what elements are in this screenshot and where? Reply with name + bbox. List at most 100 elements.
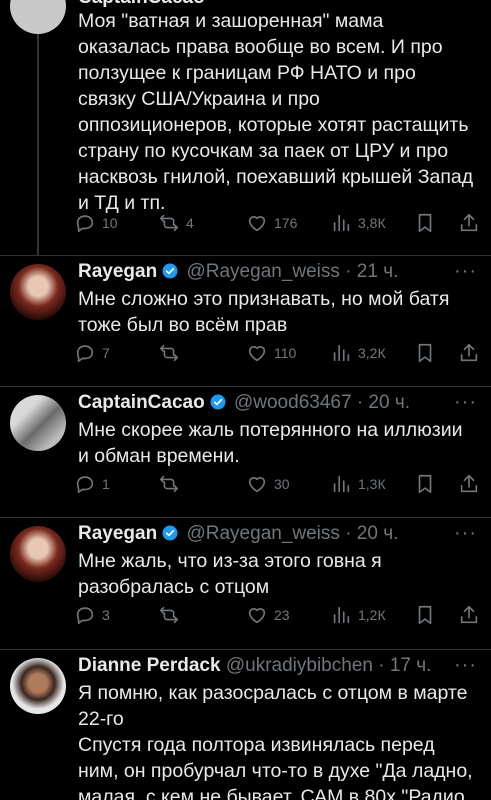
tweet-3[interactable]: CaptainCacao @wood63467 · 20 ч. ··· Мне … (0, 387, 491, 517)
more-options-icon[interactable]: ··· (454, 391, 477, 414)
repost-count: 4 (186, 215, 194, 231)
bookmark-button[interactable] (414, 342, 436, 364)
views-icon (333, 214, 350, 232)
more-options-icon[interactable]: ··· (454, 654, 477, 677)
tweet-text: Я помню, как разосралась с отцом в марте… (78, 682, 473, 800)
reply-button[interactable]: 10 (74, 212, 118, 234)
author-name[interactable]: CaptainCacao (78, 0, 205, 8)
author-name[interactable]: Rayegan (78, 523, 157, 544)
tweet-1[interactable]: CaptainCacao Моя "ватная и зашоренная" м… (0, 0, 491, 255)
like-count: 23 (274, 607, 290, 623)
repost-icon (159, 344, 179, 362)
heart-icon (248, 477, 266, 493)
like-button[interactable]: 30 (246, 473, 290, 495)
reply-count: 1 (102, 476, 110, 492)
reply-button[interactable]: 1 (74, 473, 110, 495)
share-button[interactable] (458, 604, 480, 626)
tweet-time[interactable]: · 17 ч. (378, 655, 431, 676)
views-icon (333, 606, 350, 624)
views-icon (333, 344, 350, 362)
reply-button[interactable]: 3 (74, 604, 110, 626)
avatar[interactable] (10, 526, 66, 582)
bookmark-button[interactable] (414, 604, 436, 626)
tweet-text: Мне сложно это признавать, но мой батя т… (78, 288, 450, 336)
avatar[interactable] (10, 0, 66, 34)
tweet-header: Rayegan @Rayegan_weiss · 20 ч. (78, 522, 467, 546)
reply-icon (76, 345, 94, 363)
views-icon (333, 475, 350, 493)
author-handle[interactable]: @wood63467 (234, 392, 352, 413)
bookmark-button[interactable] (414, 473, 436, 495)
share-icon (460, 343, 478, 362)
repost-button[interactable] (158, 473, 180, 495)
share-button[interactable] (458, 212, 480, 234)
share-icon (460, 213, 478, 232)
repost-button[interactable] (158, 342, 180, 364)
author-handle[interactable]: @ukradiybibchen (226, 655, 373, 676)
bookmark-icon (418, 343, 432, 363)
avatar[interactable] (10, 658, 66, 714)
reply-icon (76, 215, 94, 233)
verified-badge-icon (210, 394, 226, 410)
tweet-actions: 3 23 1,2К (74, 604, 481, 630)
tweet-header: CaptainCacao @wood63467 · 20 ч. (78, 391, 467, 415)
share-button[interactable] (458, 473, 480, 495)
tweet-text: Мне жаль, что из-за этого говна я разобр… (78, 550, 382, 598)
avatar[interactable] (10, 264, 66, 320)
reply-count: 10 (102, 215, 118, 231)
like-button[interactable]: 23 (246, 604, 290, 626)
heart-icon (248, 608, 266, 624)
views-button[interactable]: 1,3К (330, 473, 386, 495)
reply-count: 7 (102, 345, 110, 361)
thread-line (37, 0, 39, 255)
tweet-header: Rayegan @Rayegan_weiss · 21 ч. (78, 260, 467, 284)
more-options-icon[interactable]: ··· (454, 522, 477, 545)
views-button[interactable]: 3,8К (330, 212, 386, 234)
verified-badge-icon (162, 525, 178, 541)
more-options-icon[interactable]: ··· (454, 260, 477, 283)
share-icon (460, 474, 478, 493)
tweet-4[interactable]: Rayegan @Rayegan_weiss · 20 ч. ··· Мне ж… (0, 518, 491, 649)
author-name[interactable]: CaptainCacao (78, 392, 205, 413)
views-count: 1,2К (358, 607, 386, 623)
author-handle[interactable]: @Rayegan_weiss (186, 523, 339, 544)
repost-button[interactable] (158, 604, 180, 626)
reply-count: 3 (102, 607, 110, 623)
reply-button[interactable]: 7 (74, 342, 110, 364)
tweet-time[interactable]: · 21 ч. (345, 261, 398, 282)
bookmark-icon (418, 474, 432, 494)
avatar[interactable] (10, 395, 66, 451)
tweet-time[interactable]: · 20 ч. (357, 392, 410, 413)
bookmark-icon (418, 213, 432, 233)
tweet-text: Мне скорее жаль потерянного на иллюзии и… (78, 419, 463, 467)
tweet-actions: 10 4 176 3,8К (74, 212, 481, 238)
author-handle[interactable]: @Rayegan_weiss (186, 261, 339, 282)
tweet-header: Dianne Perdack @ukradiybibchen · 17 ч. (78, 654, 467, 678)
like-button[interactable]: 110 (246, 342, 296, 364)
tweet-text: Моя "ватная и зашоренная" мама оказалась… (78, 10, 474, 214)
tweet-time[interactable]: · 20 ч. (345, 523, 398, 544)
share-button[interactable] (458, 342, 480, 364)
tweet-2[interactable]: Rayegan @Rayegan_weiss · 21 ч. ··· Мне с… (0, 256, 491, 386)
like-count: 30 (274, 476, 290, 492)
like-count: 176 (274, 215, 298, 231)
author-name[interactable]: Rayegan (78, 261, 157, 282)
repost-icon (159, 214, 179, 232)
views-button[interactable]: 1,2К (330, 604, 386, 626)
tweet-actions: 1 30 1,3К (74, 473, 481, 499)
repost-button[interactable]: 4 (158, 212, 194, 234)
views-button[interactable]: 3,2К (330, 342, 386, 364)
bookmark-button[interactable] (414, 212, 436, 234)
author-name[interactable]: Dianne Perdack (78, 655, 221, 676)
views-count: 3,8К (358, 215, 386, 231)
tweet-5[interactable]: Dianne Perdack @ukradiybibchen · 17 ч. ·… (0, 650, 491, 800)
repost-icon (159, 606, 179, 624)
like-button[interactable]: 176 (246, 212, 297, 234)
reply-icon (76, 476, 94, 494)
heart-icon (248, 346, 266, 362)
reply-icon (76, 607, 94, 625)
share-icon (460, 605, 478, 624)
tweet-actions: 7 110 3,2К (74, 342, 481, 368)
views-count: 3,2К (358, 345, 386, 361)
verified-badge-icon (162, 263, 178, 279)
